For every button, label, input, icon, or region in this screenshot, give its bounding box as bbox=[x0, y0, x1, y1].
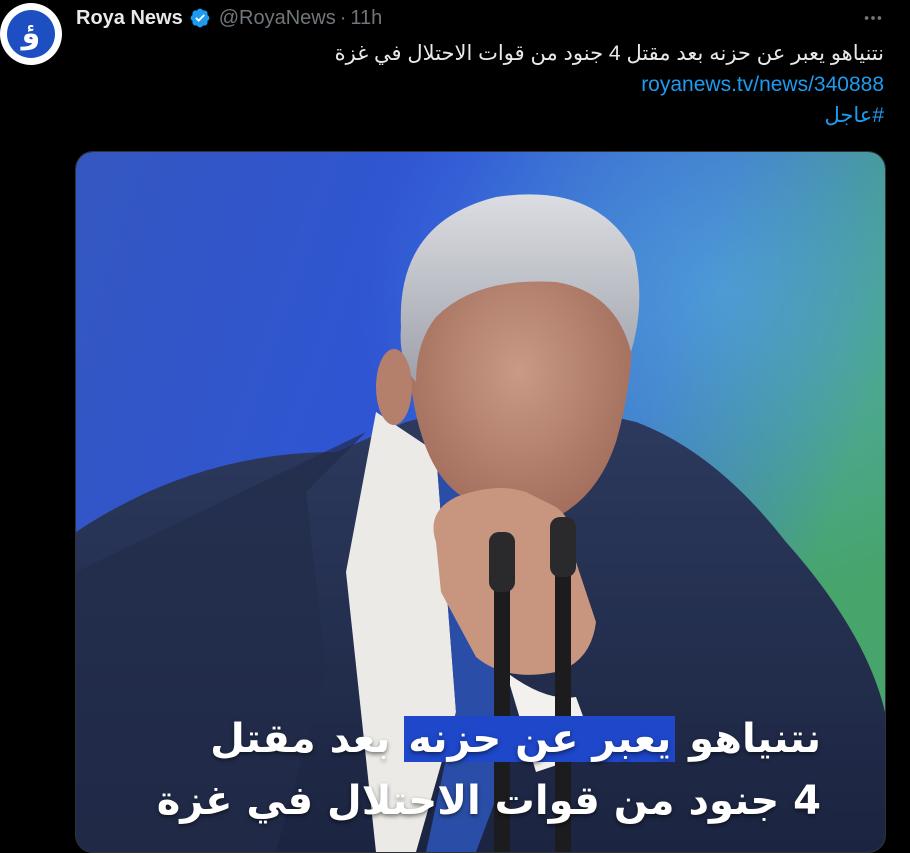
more-options-button[interactable] bbox=[853, 4, 893, 32]
header-separator: · bbox=[339, 6, 347, 29]
tweet-link[interactable]: royanews.tv/news/340888 bbox=[76, 69, 884, 100]
tweet-media-image[interactable]: نتنياهو يعبر عن حزنه بعد مقتل 4 جنود من … bbox=[75, 151, 886, 853]
verified-badge-icon bbox=[190, 8, 210, 28]
tweet-article[interactable]: ؤ Roya News @RoyaNews · 11h نتنياهو يعبر… bbox=[0, 0, 910, 853]
image-caption: نتنياهو يعبر عن حزنه بعد مقتل 4 جنود من … bbox=[157, 708, 821, 832]
avatar[interactable]: ؤ bbox=[0, 3, 62, 65]
tweet-hashtag[interactable]: #عاجل bbox=[76, 100, 885, 131]
author-handle[interactable]: @RoyaNews bbox=[219, 7, 336, 30]
caption-line-1: نتنياهو يعبر عن حزنه بعد مقتل bbox=[157, 708, 821, 770]
author-name[interactable]: Roya News bbox=[76, 7, 183, 30]
more-horizontal-icon bbox=[864, 16, 882, 20]
roya-logo-icon: ؤ bbox=[7, 10, 55, 58]
tweet-timestamp[interactable]: 11h bbox=[350, 7, 382, 30]
tweet-header: Roya News @RoyaNews · 11h bbox=[76, 4, 382, 32]
tweet-text: نتنياهو يعبر عن حزنه بعد مقتل 4 جنود من … bbox=[334, 42, 884, 65]
caption-highlight: يعبر عن حزنه bbox=[404, 716, 676, 762]
tweet-body: نتنياهو يعبر عن حزنه بعد مقتل 4 جنود من … bbox=[76, 38, 884, 131]
caption-line1-post: بعد مقتل bbox=[210, 716, 391, 762]
caption-line-2: 4 جنود من قوات الاحتلال في غزة bbox=[156, 778, 821, 824]
caption-line1-pre: نتنياهو bbox=[689, 716, 821, 762]
